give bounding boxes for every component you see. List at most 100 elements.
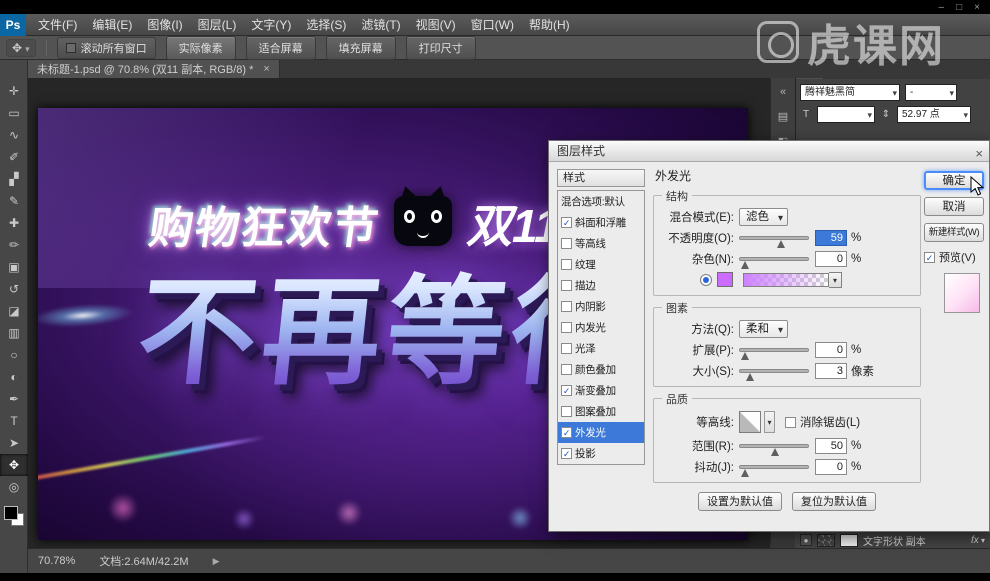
maximize-icon[interactable]: □: [956, 2, 962, 13]
style-item-color-overlay[interactable]: 颜色叠加: [558, 359, 644, 380]
healing-brush-tool[interactable]: ✚: [0, 212, 28, 234]
font-family-select[interactable]: 腾祥魅黑简: [800, 84, 900, 101]
menu-view[interactable]: 视图(V): [416, 16, 456, 33]
size-slider[interactable]: [739, 368, 809, 381]
checkbox-icon[interactable]: [561, 385, 572, 396]
gradient-picker-caret-icon[interactable]: ▾: [829, 271, 842, 288]
layer-name[interactable]: 文字形状 副本: [863, 533, 926, 548]
layer-visibility-eye-icon[interactable]: ●: [800, 534, 812, 546]
scroll-all-windows-checkbox[interactable]: 滚动所有窗口: [56, 36, 156, 59]
style-item-contour[interactable]: 等高线: [558, 233, 644, 254]
jitter-slider[interactable]: [739, 464, 809, 477]
noise-input[interactable]: 0: [815, 250, 847, 267]
foreground-color-swatch[interactable]: [4, 506, 18, 520]
menu-image[interactable]: 图像(I): [147, 16, 182, 33]
glow-color-swatch[interactable]: [717, 272, 733, 287]
opacity-input[interactable]: 59: [815, 229, 847, 246]
menu-help[interactable]: 帮助(H): [529, 16, 570, 33]
font-style-select[interactable]: -: [905, 84, 957, 101]
preview-checkbox[interactable]: [924, 251, 935, 263]
dialog-close-icon[interactable]: ×: [975, 143, 983, 164]
panel-grid-icon[interactable]: ▤: [771, 110, 795, 123]
new-style-button[interactable]: 新建样式(W): [924, 223, 984, 242]
spread-input[interactable]: 0: [815, 341, 847, 358]
pen-tool[interactable]: ✒: [0, 388, 28, 410]
checkbox-icon[interactable]: [561, 259, 572, 270]
noise-slider[interactable]: [739, 256, 809, 269]
layer-fx-badge[interactable]: fx: [971, 535, 985, 546]
font-size-select[interactable]: [817, 106, 875, 123]
solid-color-radio[interactable]: [700, 273, 712, 286]
checkbox-icon[interactable]: [561, 364, 572, 375]
dodge-tool[interactable]: ◐: [0, 366, 28, 388]
checkbox-icon[interactable]: [561, 343, 572, 354]
method-select[interactable]: 柔和: [739, 319, 788, 339]
set-default-button[interactable]: 设置为默认值: [698, 492, 782, 511]
blend-mode-select[interactable]: 滤色: [739, 207, 788, 227]
cancel-button[interactable]: 取消: [924, 197, 984, 216]
history-brush-tool[interactable]: ↺: [0, 278, 28, 300]
style-item-drop-shadow[interactable]: 投影: [558, 443, 644, 464]
minimize-icon[interactable]: –: [939, 2, 945, 13]
menu-window[interactable]: 窗口(W): [471, 16, 514, 33]
menu-edit[interactable]: 编辑(E): [92, 16, 132, 33]
leading-select[interactable]: 52.97 点: [897, 106, 971, 123]
zoom-tool[interactable]: ◎: [0, 476, 28, 498]
close-icon[interactable]: ×: [974, 2, 980, 13]
checkbox-icon[interactable]: [561, 217, 572, 228]
zoom-level[interactable]: 70.78%: [38, 555, 75, 567]
checkbox-icon[interactable]: [561, 322, 572, 333]
jitter-input[interactable]: 0: [815, 458, 847, 475]
print-size-button[interactable]: 打印尺寸: [405, 35, 476, 60]
layer-mask-thumbnail[interactable]: [840, 533, 858, 547]
path-selection-tool[interactable]: ➤: [0, 432, 28, 454]
collapse-panels-icon[interactable]: «: [771, 86, 795, 98]
contour-thumbnail[interactable]: [739, 411, 761, 433]
style-item-inner-glow[interactable]: 内发光: [558, 317, 644, 338]
dialog-titlebar[interactable]: 图层样式 ×: [549, 141, 989, 162]
style-item-inner-shadow[interactable]: 内阴影: [558, 296, 644, 317]
style-item-blend-options[interactable]: 混合选项:默认: [558, 191, 644, 212]
color-swatches[interactable]: [4, 506, 24, 526]
range-input[interactable]: 50: [815, 437, 847, 454]
actual-pixels-button[interactable]: 实际像素: [165, 35, 236, 60]
range-slider[interactable]: [739, 443, 809, 456]
reset-default-button[interactable]: 复位为默认值: [792, 492, 876, 511]
marquee-tool[interactable]: ▭: [0, 102, 28, 124]
clone-stamp-tool[interactable]: ▣: [0, 256, 28, 278]
style-item-stroke[interactable]: 描边: [558, 275, 644, 296]
fit-screen-button[interactable]: 适合屏幕: [245, 35, 316, 60]
checkbox-icon[interactable]: [561, 280, 572, 291]
opacity-slider[interactable]: [739, 235, 809, 248]
style-item-texture[interactable]: 纹理: [558, 254, 644, 275]
lasso-tool[interactable]: ∿: [0, 124, 28, 146]
menu-file[interactable]: 文件(F): [38, 16, 77, 33]
checkbox-icon[interactable]: [561, 406, 572, 417]
eraser-tool[interactable]: ◪: [0, 300, 28, 322]
tool-preset-picker[interactable]: ✥: [6, 38, 36, 57]
layer-thumbnail[interactable]: [817, 533, 835, 547]
brush-tool[interactable]: ✏: [0, 234, 28, 256]
checkbox-icon[interactable]: [561, 301, 572, 312]
menu-filter[interactable]: 滤镜(T): [361, 16, 400, 33]
antialias-checkbox[interactable]: [785, 416, 796, 428]
checkbox-icon[interactable]: [561, 238, 572, 249]
document-tab[interactable]: 未标题-1.psd @ 70.8% (双11 副本, RGB/8) * ×: [28, 60, 280, 78]
checkbox-icon[interactable]: [561, 427, 572, 438]
tab-close-icon[interactable]: ×: [263, 63, 269, 75]
style-item-outer-glow[interactable]: 外发光: [558, 422, 644, 443]
style-item-satin[interactable]: 光泽: [558, 338, 644, 359]
move-tool[interactable]: ✛: [0, 80, 28, 102]
hand-tool[interactable]: ✥: [0, 454, 28, 476]
style-item-bevel-emboss[interactable]: 斜面和浮雕: [558, 212, 644, 233]
type-tool[interactable]: T: [0, 410, 28, 432]
style-item-gradient-overlay[interactable]: 渐变叠加: [558, 380, 644, 401]
ps-logo[interactable]: Ps: [0, 13, 26, 36]
blur-tool[interactable]: ○: [0, 344, 28, 366]
quick-selection-tool[interactable]: ✐: [0, 146, 28, 168]
checkbox-icon[interactable]: [561, 448, 572, 459]
crop-tool[interactable]: ▞: [0, 168, 28, 190]
size-input[interactable]: 3: [815, 362, 847, 379]
spread-slider[interactable]: [739, 347, 809, 360]
layers-panel-row[interactable]: ● 文字形状 副本 fx: [795, 531, 990, 548]
